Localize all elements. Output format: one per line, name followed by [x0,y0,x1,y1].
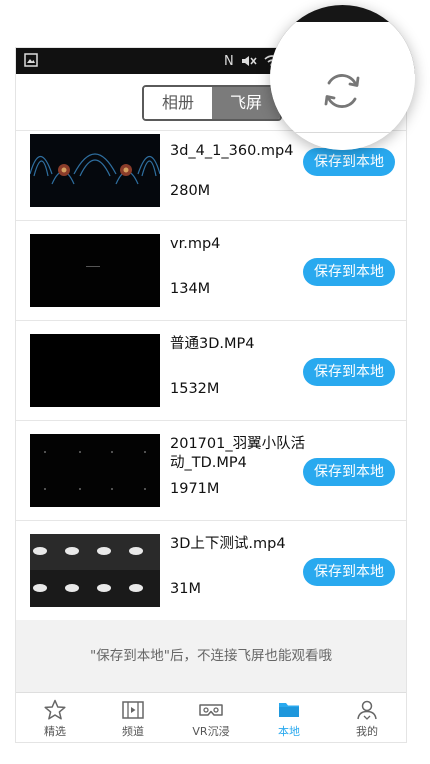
video-size: 134M [170,281,211,297]
tab-local[interactable]: 本地 [250,693,328,742]
save-to-local-button[interactable]: 保存到本地 [303,148,395,176]
tab-channels[interactable]: 频道 [94,693,172,742]
video-title: 普通3D.MP4 [170,336,255,352]
video-thumbnail[interactable] [30,334,160,407]
mute-icon [241,56,257,66]
video-title: 3D上下测试.mp4 [170,536,286,552]
tab-label: 精选 [44,725,66,738]
video-title: 201701_羽翼小队活动_TD.MP4 [170,436,306,471]
video-row[interactable]: 3D上下测试.mp4 31M 保存到本地 [16,521,406,621]
profile-icon [357,700,377,720]
video-thumbnail[interactable] [30,534,160,607]
tab-vr[interactable]: VR沉浸 [172,693,250,742]
tab-featured[interactable]: 精选 [16,693,94,742]
video-size: 280M [170,183,211,199]
offline-hint: "保存到本地"后，不连接飞屏也能观看哦 [16,620,406,692]
video-title: 3d_4_1_360.mp4 [170,143,294,159]
video-title: vr.mp4 [170,236,221,252]
star-icon [44,699,66,720]
save-to-local-button[interactable]: 保存到本地 [303,558,395,586]
video-row[interactable]: 普通3D.MP4 1532M 保存到本地 [16,321,406,421]
source-segmented-control: 相册 飞屏 [142,85,282,121]
gallery-notification-icon [24,53,38,67]
video-size: 1971M [170,481,220,497]
tab-label: 我的 [356,725,378,738]
nfc-icon: N [224,53,234,69]
film-icon [122,701,144,719]
save-to-local-button[interactable]: 保存到本地 [303,458,395,486]
video-row[interactable]: 201701_羽翼小队活动_TD.MP4 1971M 保存到本地 [16,421,406,521]
bottom-tab-bar: 精选 频道 VR沉浸 本地 我的 [16,692,406,742]
video-row[interactable]: vr.mp4 134M 保存到本地 [16,221,406,321]
phone-screen: N 相册 飞屏 3d_4_1_360.mp4 280M 保存到本地 vr.mp4… [16,48,406,742]
video-size: 31M [170,581,201,597]
tab-label: VR沉浸 [192,725,230,738]
tab-mine[interactable]: 我的 [328,693,406,742]
tab-label: 本地 [278,725,300,738]
video-thumbnail[interactable] [30,134,160,207]
refresh-icon[interactable] [318,67,366,115]
video-list: 3d_4_1_360.mp4 280M 保存到本地 vr.mp4 134M 保存… [16,131,406,621]
tab-album[interactable]: 相册 [144,87,212,119]
save-to-local-button[interactable]: 保存到本地 [303,258,395,286]
video-thumbnail[interactable] [30,234,160,307]
video-size: 1532M [170,381,220,397]
video-thumbnail[interactable] [30,434,160,507]
refresh-magnifier [270,5,415,150]
tab-label: 频道 [122,725,144,738]
folder-icon [279,703,299,717]
vr-headset-icon [199,704,223,716]
save-to-local-button[interactable]: 保存到本地 [303,358,395,386]
tab-flyscreen[interactable]: 飞屏 [212,87,280,119]
